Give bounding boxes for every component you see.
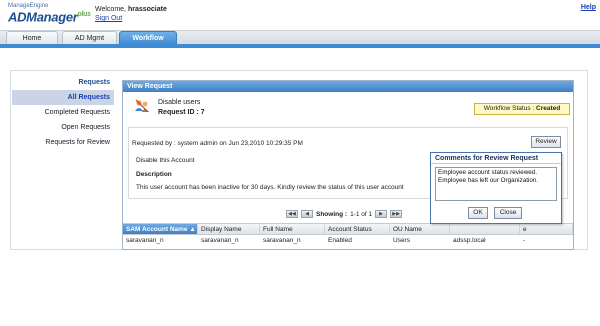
- cell-display-name: saravanan_n: [201, 237, 239, 244]
- request-title: Disable users: [158, 99, 201, 106]
- status-label: Workflow Status :: [483, 105, 535, 112]
- cell-domain: adssp.local: [453, 237, 486, 244]
- sidebar-item-requests-for-review[interactable]: Requests for Review: [12, 135, 114, 150]
- tab-ad-mgmt[interactable]: AD Mgmt: [62, 31, 117, 45]
- next-page-icon[interactable]: ▶: [375, 210, 388, 218]
- table-row[interactable]: saravanan_n saravanan_n saravanan_n Enab…: [123, 235, 573, 247]
- column-display-name[interactable]: Display Name: [198, 224, 260, 234]
- users-icon: [135, 99, 149, 113]
- description-label: Description: [136, 171, 172, 178]
- column-account-status[interactable]: Account Status: [325, 224, 390, 234]
- page-range: 1-1 of 1: [350, 210, 373, 218]
- table-header: SAM Account Name ▲ Display Name Full Nam…: [123, 223, 573, 235]
- showing-label: Showing :: [316, 210, 348, 218]
- column-full-name[interactable]: Full Name: [260, 224, 325, 234]
- status-value: Created: [536, 105, 561, 112]
- help-link[interactable]: Help: [581, 4, 596, 11]
- cell-sam-account-name: saravanan_n: [126, 237, 164, 244]
- sidebar-item-open-requests[interactable]: Open Requests: [12, 120, 114, 135]
- workflow-status-badge: Workflow Status : Created: [474, 103, 570, 115]
- description-text: This user account has been inactive for …: [136, 184, 404, 191]
- review-comments-dialog: Comments for Review Request Employee acc…: [430, 152, 562, 224]
- first-page-icon[interactable]: ◀◀: [286, 210, 298, 218]
- main-tab-bar: Home AD Mgmt Workflow: [0, 30, 600, 45]
- sidebar-item-completed-requests[interactable]: Completed Requests: [12, 105, 114, 120]
- cell-ou-name: Users: [393, 237, 410, 244]
- requested-by-text: Requested by : system admin on Jun 23,20…: [132, 140, 303, 147]
- username: hrassociate: [127, 6, 167, 13]
- panel-title: View Request: [123, 81, 573, 92]
- tab-workflow[interactable]: Workflow: [119, 31, 177, 45]
- pager: ◀◀ ◀ Showing : 1-1 of 1 ▶ ▶▶: [286, 209, 403, 219]
- cell-extra: -: [523, 237, 526, 244]
- welcome-prefix: Welcome,: [95, 6, 126, 13]
- close-button[interactable]: Close: [494, 207, 522, 219]
- users-table: SAM Account Name ▲ Display Name Full Nam…: [123, 223, 573, 247]
- review-button[interactable]: Review: [531, 136, 561, 148]
- tab-home[interactable]: Home: [6, 31, 58, 45]
- dialog-title: Comments for Review Request: [431, 153, 561, 164]
- sidebar-heading[interactable]: Requests: [12, 76, 114, 90]
- app-logo: ManageEngine ADManagerplus: [8, 3, 91, 23]
- prev-page-icon[interactable]: ◀: [301, 210, 313, 218]
- cell-full-name: saravanan_n: [263, 237, 301, 244]
- last-page-icon[interactable]: ▶▶: [390, 210, 403, 218]
- column-sam-account-name[interactable]: SAM Account Name ▲: [123, 224, 198, 234]
- tab-underline: [0, 44, 600, 48]
- sidebar-item-all-requests[interactable]: All Requests: [12, 90, 114, 105]
- cell-account-status: Enabled: [328, 237, 352, 244]
- column-ou-name[interactable]: OU Name: [390, 224, 450, 234]
- sidebar: Requests All Requests Completed Requests…: [12, 76, 114, 150]
- logo-plus: plus: [77, 11, 92, 18]
- sign-out-link[interactable]: Sign Out: [95, 15, 122, 22]
- ok-button[interactable]: OK: [468, 207, 488, 219]
- column-domain[interactable]: [450, 224, 520, 234]
- logo-product: ADManager: [8, 9, 78, 25]
- welcome-text: Welcome, hrassociate: [95, 6, 167, 13]
- request-id: Request ID : 7: [158, 109, 205, 116]
- comment-textarea[interactable]: Employee account status reviewed. Employ…: [435, 167, 557, 201]
- action-text: Disable this Account: [136, 157, 195, 164]
- column-extra[interactable]: e: [520, 224, 573, 234]
